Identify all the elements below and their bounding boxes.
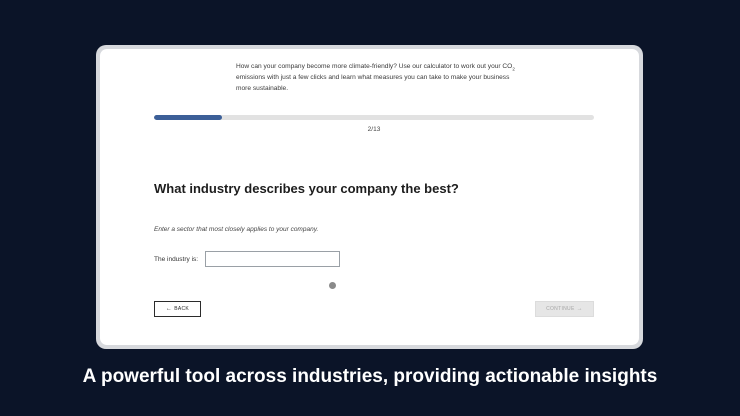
calculator-page: How can your company become more climate… bbox=[100, 49, 639, 345]
question-title: What industry describes your company the… bbox=[154, 181, 459, 196]
question-hint: Enter a sector that most closely applies… bbox=[154, 226, 319, 233]
intro-text: How can your company become more climate… bbox=[236, 61, 516, 94]
co2-subscript: 2 bbox=[512, 66, 515, 72]
back-button[interactable]: ← BACK bbox=[154, 301, 201, 317]
continue-button-label: CONTINUE bbox=[546, 306, 575, 312]
industry-field-label: The industry is: bbox=[154, 256, 199, 263]
step-counter: 2/13 bbox=[367, 126, 381, 133]
arrow-left-icon: ← bbox=[165, 306, 173, 312]
intro-text-part-1: How can your company become more climate… bbox=[236, 63, 513, 70]
industry-input[interactable] bbox=[205, 251, 340, 267]
screen-frame: How can your company become more climate… bbox=[96, 45, 643, 349]
caption: A powerful tool across industries, provi… bbox=[82, 366, 658, 387]
intro-text-part-2: emissions with just a few clicks and lea… bbox=[236, 74, 510, 92]
back-button-label: BACK bbox=[174, 306, 190, 312]
loading-indicator bbox=[329, 282, 336, 289]
continue-button[interactable]: CONTINUE → bbox=[535, 301, 594, 317]
arrow-right-icon: → bbox=[576, 306, 583, 312]
progress-bar bbox=[154, 115, 594, 120]
progress-fill bbox=[154, 115, 222, 120]
